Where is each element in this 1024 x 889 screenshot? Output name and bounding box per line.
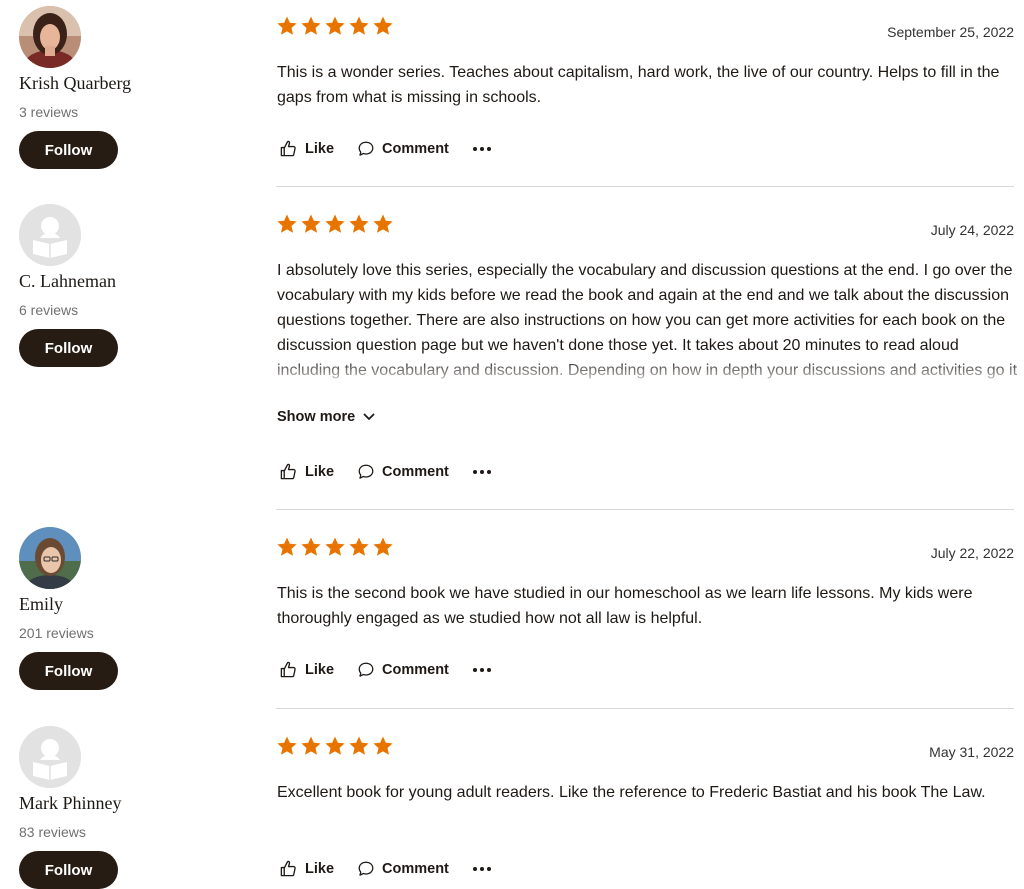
more-options-button[interactable] — [472, 145, 492, 153]
star-rating — [276, 15, 394, 37]
reviewer-review-count: 201 reviews — [19, 625, 94, 641]
review-text: Excellent book for young adult readers. … — [277, 784, 986, 801]
reviewer-name[interactable]: Mark Phinney — [19, 793, 122, 814]
ellipsis-icon — [472, 146, 491, 151]
star-icon — [325, 16, 345, 35]
star-icon — [301, 214, 321, 233]
show-more-label: Show more — [277, 409, 356, 425]
reviewer-review-count: 6 reviews — [19, 302, 79, 318]
reviewer-review-count: 83 reviews — [19, 824, 86, 840]
speech-bubble-icon — [358, 662, 374, 677]
like-label: Like — [305, 860, 335, 877]
thumbs-up-icon — [280, 463, 296, 480]
star-icon — [277, 736, 297, 755]
star-icon — [277, 16, 297, 35]
review-actions: Like Comment — [279, 660, 492, 679]
thumbs-up-icon — [280, 661, 296, 678]
star-icon — [277, 537, 297, 556]
like-label: Like — [305, 661, 335, 678]
star-icon — [301, 16, 321, 35]
review-actions: Like Comment — [279, 139, 492, 158]
ellipsis-icon — [472, 469, 491, 474]
review-divider — [276, 708, 1014, 709]
star-icon — [373, 537, 393, 556]
review-date[interactable]: September 25, 2022 — [887, 24, 1014, 40]
default-reader-icon — [19, 204, 81, 266]
star-rating — [276, 536, 394, 558]
speech-bubble-icon — [358, 861, 374, 876]
follow-button[interactable]: Follow — [19, 131, 118, 169]
like-label: Like — [305, 140, 335, 157]
reviewer-name[interactable]: Emily — [19, 594, 63, 615]
reviewer-avatar[interactable] — [19, 204, 81, 266]
comment-label: Comment — [382, 140, 449, 157]
star-icon — [349, 16, 369, 35]
follow-button[interactable]: Follow — [19, 851, 118, 889]
chevron-down-icon — [363, 413, 375, 420]
review-actions: Like Comment — [279, 859, 492, 878]
follow-button[interactable]: Follow — [19, 329, 118, 367]
comment-button[interactable]: Comment — [357, 140, 449, 158]
reviewer-avatar[interactable] — [19, 6, 81, 68]
star-icon — [301, 736, 321, 755]
comment-button[interactable]: Comment — [357, 661, 449, 679]
star-icon — [349, 537, 369, 556]
star-icon — [373, 16, 393, 35]
star-rating — [276, 735, 394, 757]
review-actions: Like Comment — [279, 462, 492, 481]
ellipsis-icon — [472, 667, 491, 672]
review-text: This is a wonder series. Teaches about c… — [277, 64, 1000, 106]
star-icon — [301, 537, 321, 556]
star-rating — [276, 213, 394, 235]
star-icon — [325, 537, 345, 556]
reviewer-review-count: 3 reviews — [19, 104, 79, 120]
review-divider — [276, 186, 1014, 187]
star-icon — [277, 214, 297, 233]
more-options-button[interactable] — [472, 666, 492, 674]
review-divider — [276, 509, 1014, 510]
reviewer-avatar[interactable] — [19, 527, 81, 589]
default-reader-icon — [19, 726, 81, 788]
speech-bubble-icon — [358, 141, 374, 156]
review-text: This is the second book we have studied … — [277, 585, 973, 627]
comment-button[interactable]: Comment — [357, 463, 449, 481]
star-icon — [325, 736, 345, 755]
thumbs-up-icon — [280, 140, 296, 157]
like-button[interactable]: Like — [279, 660, 334, 679]
like-label: Like — [305, 463, 335, 480]
reviewer-name[interactable]: C. Lahneman — [19, 271, 116, 292]
star-icon — [349, 214, 369, 233]
like-button[interactable]: Like — [279, 139, 334, 158]
star-icon — [373, 736, 393, 755]
follow-button[interactable]: Follow — [19, 652, 118, 690]
comment-label: Comment — [382, 463, 449, 480]
thumbs-up-icon — [280, 860, 296, 877]
star-icon — [325, 214, 345, 233]
reviewer-avatar[interactable] — [19, 726, 81, 788]
review-text: I absolutely love this series, especiall… — [277, 262, 1017, 388]
star-icon — [349, 736, 369, 755]
comment-label: Comment — [382, 860, 449, 877]
review-date[interactable]: July 24, 2022 — [931, 222, 1014, 238]
comment-label: Comment — [382, 661, 449, 678]
more-options-button[interactable] — [472, 865, 492, 873]
review-date[interactable]: July 22, 2022 — [931, 545, 1014, 561]
speech-bubble-icon — [358, 464, 374, 479]
show-more-button[interactable]: Show more — [277, 409, 375, 425]
ellipsis-icon — [472, 866, 491, 871]
star-icon — [373, 214, 393, 233]
like-button[interactable]: Like — [279, 462, 334, 481]
reviewer-name[interactable]: Krish Quarberg — [19, 73, 131, 94]
like-button[interactable]: Like — [279, 859, 334, 878]
comment-button[interactable]: Comment — [357, 860, 449, 878]
more-options-button[interactable] — [472, 468, 492, 476]
review-date[interactable]: May 31, 2022 — [929, 744, 1014, 760]
